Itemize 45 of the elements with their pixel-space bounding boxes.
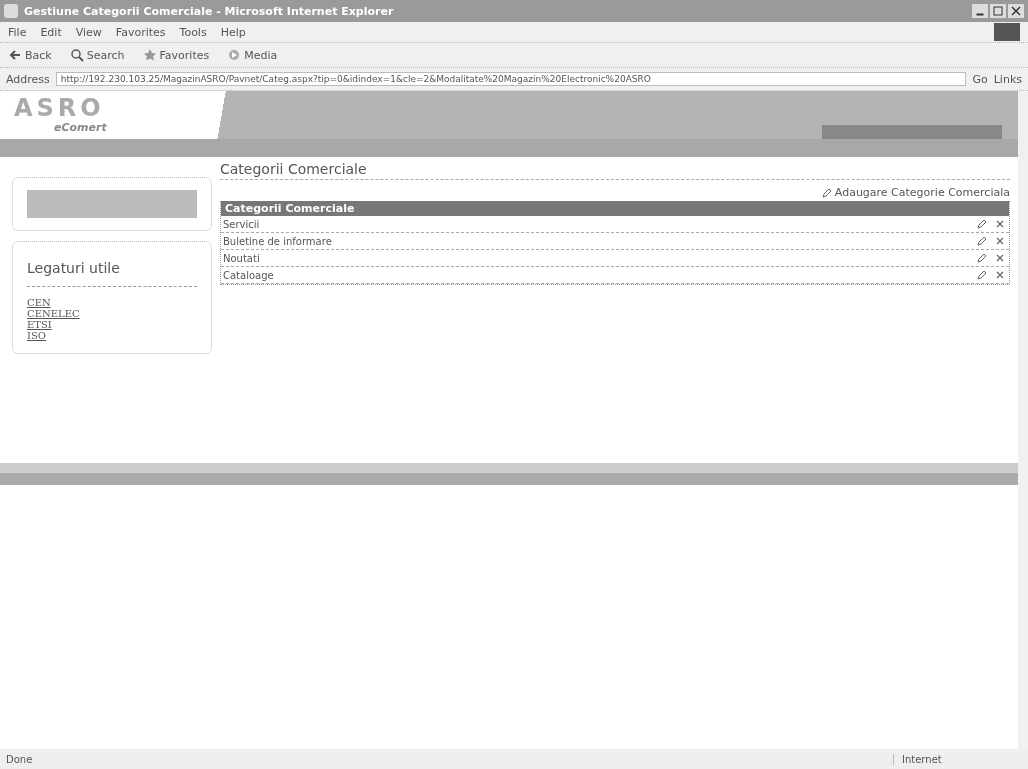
- address-field[interactable]: http://192.230.103.25/MagazinASRO/Pavnet/Categ.aspx?tip=0&idindex=1&cle=2&Modalitate%20Magazin%20Electronic%20ASRO: [55, 72, 967, 86]
- menu-item[interactable]: Favorites: [115, 25, 166, 39]
- table-cell-text: Noutati: [223, 252, 261, 264]
- status-text: Done: [6, 753, 34, 765]
- menu-item[interactable]: File: [8, 25, 27, 39]
- menu-item[interactable]: Edit: [40, 25, 62, 39]
- window-title: Gestiune Categorii Comerciale - Microsoft Internet Explorer: [24, 4, 395, 18]
- toolbar-button[interactable]: Back: [8, 48, 52, 62]
- close-icon: [1011, 6, 1021, 16]
- delete-icon[interactable]: [995, 253, 1005, 263]
- minimize-icon: [976, 12, 984, 16]
- delete-icon[interactable]: [995, 236, 1005, 246]
- delete-icon[interactable]: [995, 270, 1005, 280]
- star-icon: [142, 48, 157, 62]
- table-cell-text: Cataloage: [223, 269, 275, 281]
- sidebar-link[interactable]: CEN: [27, 297, 197, 308]
- maximize-icon: [993, 6, 1003, 16]
- toolbar-button[interactable]: Search: [69, 48, 125, 62]
- delete-icon[interactable]: [995, 219, 1005, 229]
- add-category-link[interactable]: Adaugare Categorie Comerciala: [821, 186, 1010, 199]
- sidebar-link[interactable]: CENELEC: [27, 308, 197, 319]
- site-logo-subtitle: eComert: [53, 121, 108, 134]
- close-button[interactable]: [1008, 4, 1024, 18]
- toolbar-button[interactable]: Media: [227, 48, 278, 62]
- search-icon: [69, 48, 84, 62]
- back-arrow-icon: [8, 48, 22, 62]
- menu-item[interactable]: Tools: [179, 25, 207, 39]
- sidebar-link[interactable]: ETSI: [27, 319, 197, 330]
- table-cell-text: Servicii: [223, 218, 261, 230]
- table-header: Categorii Comerciale: [221, 201, 1009, 216]
- links-button[interactable]: Links: [993, 72, 1022, 86]
- media-icon: [227, 48, 242, 62]
- browser-icon: [4, 4, 18, 18]
- go-button[interactable]: Go: [972, 72, 988, 86]
- internet-zone-label: Internet: [893, 753, 1022, 765]
- toolbar-button[interactable]: Favorites: [142, 48, 210, 62]
- sidebar-title: Legaturi utile: [27, 260, 197, 287]
- table-cell-text: Buletine de informare: [223, 235, 333, 247]
- pencil-icon: [821, 187, 832, 198]
- page-heading: Categorii Comerciale: [220, 161, 1010, 180]
- address-label: Address: [6, 72, 50, 86]
- menu-item[interactable]: Help: [220, 25, 246, 39]
- minimize-button[interactable]: [972, 4, 988, 18]
- menu-item[interactable]: View: [75, 25, 102, 39]
- sidebar-link[interactable]: ISO: [27, 330, 197, 341]
